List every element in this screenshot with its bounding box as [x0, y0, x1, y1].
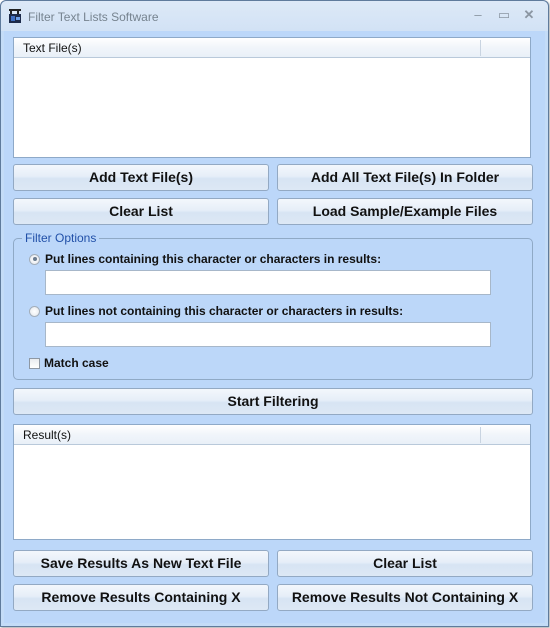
radio-unchecked-icon[interactable] [29, 305, 40, 317]
text-files-list-header: Text File(s) [14, 38, 530, 58]
filter-options-legend: Filter Options [22, 231, 100, 245]
column-separator[interactable] [480, 40, 481, 56]
close-button[interactable]: ✕ [518, 6, 540, 24]
option-containing-label: Put lines containing this character or c… [45, 252, 382, 266]
clear-results-button[interactable]: Clear List [277, 550, 533, 577]
remove-containing-button[interactable]: Remove Results Containing X [13, 584, 269, 611]
window-title: Filter Text Lists Software [28, 10, 159, 24]
option-not-containing-radio[interactable]: Put lines not containing this character … [29, 304, 403, 318]
results-list[interactable]: Result(s) [13, 424, 531, 540]
client-area: Text File(s) Add Text File(s) Add All Te… [4, 31, 545, 623]
save-results-button[interactable]: Save Results As New Text File [13, 550, 269, 577]
results-list-header: Result(s) [14, 425, 530, 445]
results-column-header[interactable]: Result(s) [23, 428, 71, 442]
clear-list-button[interactable]: Clear List [13, 198, 269, 225]
title-bar[interactable]: Filter Text Lists Software – ▭ ✕ [1, 1, 548, 31]
not-containing-text-input[interactable] [45, 322, 491, 347]
match-case-checkbox[interactable]: Match case [29, 356, 109, 370]
checkbox-icon[interactable] [29, 357, 40, 369]
option-containing-radio[interactable]: Put lines containing this character or c… [29, 252, 381, 266]
add-text-files-button[interactable]: Add Text File(s) [13, 164, 269, 191]
containing-text-input[interactable] [45, 270, 491, 295]
minimize-button[interactable]: – [467, 6, 489, 24]
match-case-label: Match case [44, 356, 109, 370]
add-all-in-folder-button[interactable]: Add All Text File(s) In Folder [277, 164, 533, 191]
start-filtering-button[interactable]: Start Filtering [13, 388, 533, 415]
radio-checked-icon[interactable] [29, 253, 40, 265]
load-samples-button[interactable]: Load Sample/Example Files [277, 198, 533, 225]
app-icon [9, 9, 21, 23]
remove-not-containing-button[interactable]: Remove Results Not Containing X [277, 584, 533, 611]
option-not-containing-label: Put lines not containing this character … [45, 304, 404, 318]
app-window: Filter Text Lists Software – ▭ ✕ Text Fi… [0, 0, 549, 627]
maximize-button[interactable]: ▭ [493, 6, 515, 24]
text-files-list[interactable]: Text File(s) [13, 37, 531, 158]
column-separator[interactable] [480, 427, 481, 443]
text-files-column-header[interactable]: Text File(s) [23, 41, 82, 55]
